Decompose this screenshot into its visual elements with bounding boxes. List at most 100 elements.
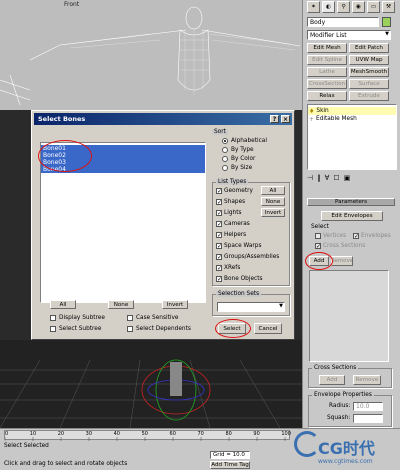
modifier-list-dropdown[interactable]: Modifier List ▼: [307, 30, 391, 40]
remove-bone-button[interactable]: Remove: [331, 256, 353, 266]
radius-field[interactable]: 10.0: [353, 402, 383, 411]
checkbox-box[interactable]: [216, 210, 222, 216]
groups-assemblies-check[interactable]: Groups/Assemblies: [216, 254, 279, 260]
lights-check[interactable]: Lights: [216, 210, 242, 216]
checkbox-box[interactable]: [216, 243, 222, 249]
vertices-check[interactable]: Vertices: [315, 233, 346, 239]
create-tab-icon[interactable]: ✶: [307, 1, 320, 13]
show-end-result-icon[interactable]: ‖: [317, 174, 321, 182]
checkbox-box[interactable]: [216, 276, 222, 282]
selection-sets-dropdown[interactable]: ▼: [217, 302, 285, 312]
meshsmooth-button[interactable]: MeshSmooth: [349, 67, 389, 77]
none-button[interactable]: None: [108, 300, 134, 309]
space-warps-check[interactable]: Space Warps: [216, 243, 262, 249]
envelopes-check[interactable]: Envelopes: [353, 233, 391, 239]
all-button[interactable]: All: [50, 300, 76, 309]
cs-remove-button[interactable]: Remove: [353, 375, 381, 385]
perspective-viewport[interactable]: [0, 340, 302, 428]
relax-button[interactable]: Relax: [307, 91, 347, 101]
command-panel-tabs[interactable]: ✶ ◐ ⚲ ◉ ▭ ⚒: [307, 1, 399, 15]
checkbox-box[interactable]: [315, 233, 321, 239]
dialog-titlebar[interactable]: Select Bones ? ×: [34, 113, 292, 125]
radio-dot[interactable]: [222, 138, 228, 144]
checkbox-box[interactable]: [50, 326, 56, 332]
cs-add-button[interactable]: Add: [319, 375, 345, 385]
list-types-none-button[interactable]: None: [261, 197, 285, 206]
invert-button[interactable]: Invert: [162, 300, 188, 309]
sort-by-type-radio[interactable]: By Type: [222, 147, 254, 153]
pin-stack-icon[interactable]: ⊣: [307, 174, 313, 182]
cross-sections-check[interactable]: Cross Sections: [315, 243, 365, 249]
helpers-check[interactable]: Helpers: [216, 232, 246, 238]
sort-by-color-radio[interactable]: By Color: [222, 156, 255, 162]
checkbox-box[interactable]: [353, 233, 359, 239]
radio-dot[interactable]: [222, 165, 228, 171]
bone-objects-check[interactable]: Bone Objects: [216, 276, 263, 282]
add-time-tag-button[interactable]: Add Time Tag: [210, 461, 250, 469]
stack-item-skin[interactable]: ♦ Skin: [308, 107, 396, 115]
uvw-map-button[interactable]: UVW Map: [349, 55, 389, 65]
close-button[interactable]: ×: [281, 115, 290, 123]
configure-sets-icon[interactable]: ▣: [344, 174, 351, 182]
crosssection-button[interactable]: CrossSection: [307, 79, 347, 89]
checkbox-box[interactable]: [127, 315, 133, 321]
cancel-button[interactable]: Cancel: [254, 323, 282, 334]
make-unique-icon[interactable]: ∀: [325, 174, 330, 182]
checkbox-box[interactable]: [216, 232, 222, 238]
shapes-check[interactable]: Shapes: [216, 199, 245, 205]
edit-mesh-button[interactable]: Edit Mesh: [307, 43, 347, 53]
case-sensitive-check[interactable]: Case Sensitive: [127, 315, 178, 321]
list-types-invert-button[interactable]: Invert: [261, 208, 285, 217]
bones-list[interactable]: [309, 270, 389, 362]
checkbox-box[interactable]: [216, 254, 222, 260]
radio-dot[interactable]: [222, 147, 228, 153]
checkbox-box[interactable]: [50, 315, 56, 321]
checkbox-box[interactable]: [216, 199, 222, 205]
extrude-button[interactable]: Extrude: [349, 91, 389, 101]
lightbulb-icon[interactable]: ♦: [309, 108, 314, 115]
help-button[interactable]: ?: [270, 115, 279, 123]
list-types-all-button[interactable]: All: [261, 186, 285, 195]
stack-item-editable-mesh[interactable]: + Editable Mesh: [308, 115, 396, 123]
hierarchy-tab-icon[interactable]: ⚲: [337, 1, 350, 13]
modifier-list-label: Modifier List: [310, 31, 347, 39]
select-dependents-check[interactable]: Select Dependents: [127, 326, 191, 332]
edit-spline-button[interactable]: Edit Spline: [307, 55, 347, 65]
display-tab-icon[interactable]: ▭: [367, 1, 380, 13]
checkbox-box[interactable]: [216, 188, 222, 194]
cameras-check[interactable]: Cameras: [216, 221, 250, 227]
remove-modifier-icon[interactable]: ☐: [333, 174, 339, 182]
parameters-rollout-header[interactable]: Parameters: [307, 198, 395, 206]
xrefs-check[interactable]: XRefs: [216, 265, 240, 271]
front-viewport[interactable]: Front: [0, 0, 302, 110]
timeline-ruler[interactable]: 0 10 20 30 40 50 60 70 80 90 100: [4, 430, 291, 441]
object-name-field[interactable]: Body: [307, 17, 379, 27]
checkbox-box[interactable]: [216, 265, 222, 271]
squash-label: Squash:: [327, 415, 351, 421]
chevron-down-icon[interactable]: ▼: [279, 303, 283, 309]
object-color-swatch[interactable]: [382, 17, 391, 27]
tick-label: 20: [57, 431, 65, 437]
edit-patch-button[interactable]: Edit Patch: [349, 43, 389, 53]
checkbox-box[interactable]: [216, 221, 222, 227]
motion-tab-icon[interactable]: ◉: [352, 1, 365, 13]
edit-envelopes-button[interactable]: Edit Envelopes: [321, 211, 383, 221]
utilities-tab-icon[interactable]: ⚒: [382, 1, 395, 13]
checkbox-box[interactable]: [315, 243, 321, 249]
geometry-check[interactable]: Geometry: [216, 188, 253, 194]
radio-dot[interactable]: [222, 156, 228, 162]
surface-button[interactable]: Surface: [349, 79, 389, 89]
lathe-button[interactable]: Lathe: [307, 67, 347, 77]
expand-icon[interactable]: +: [309, 116, 314, 123]
chevron-down-icon[interactable]: ▼: [385, 31, 389, 37]
selection-sets-title: Selection Sets: [216, 291, 262, 297]
checkbox-box[interactable]: [127, 326, 133, 332]
sort-alphabetical-radio[interactable]: Alphabetical: [222, 138, 267, 144]
modify-tab-icon[interactable]: ◐: [322, 1, 335, 13]
modifier-stack[interactable]: ♦ Skin + Editable Mesh: [307, 104, 397, 170]
sort-by-size-radio[interactable]: By Size: [222, 165, 252, 171]
select-subtree-check[interactable]: Select Subtree: [50, 326, 101, 332]
watermark-logo-icon: [294, 431, 320, 457]
display-subtree-check[interactable]: Display Subtree: [50, 315, 105, 321]
squash-field[interactable]: [353, 414, 383, 423]
